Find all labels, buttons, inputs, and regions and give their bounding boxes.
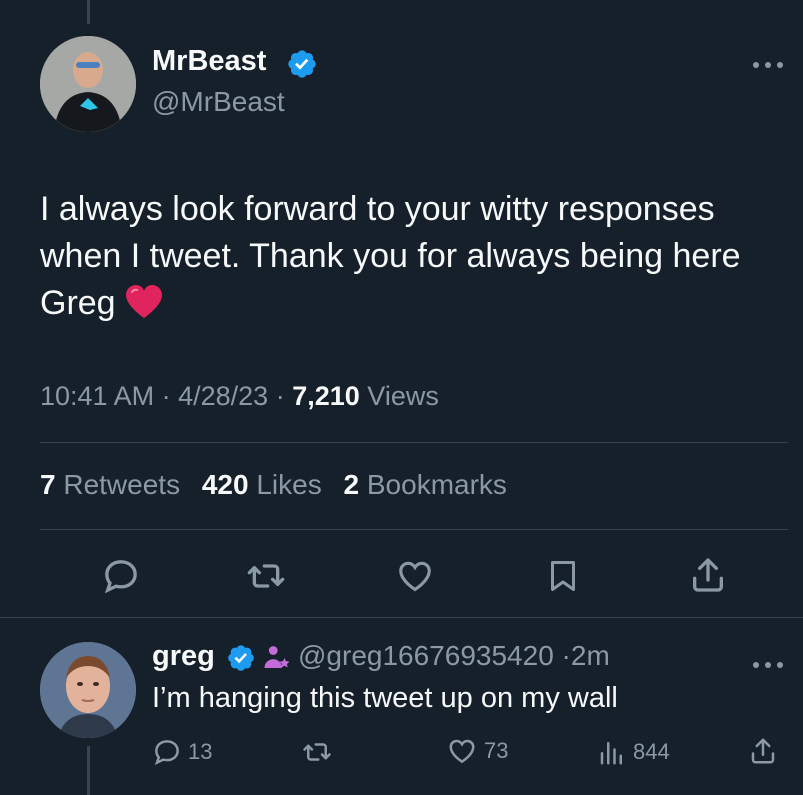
heart-emoji: [125, 285, 162, 318]
reply-text: I’m hanging this tweet up on my wall: [152, 682, 618, 714]
likes-count: 420: [201, 469, 249, 500]
verified-badge-icon: [228, 645, 254, 671]
tweet-text: I always look forward to your witty resp…: [40, 186, 790, 327]
thread-line-top: [87, 0, 90, 24]
tweet-time[interactable]: 10:41 AM: [40, 381, 154, 411]
meta-separator: ·: [161, 381, 179, 411]
bookmark-icon[interactable]: [545, 556, 581, 596]
more-icon[interactable]: [752, 50, 784, 76]
bookmarks-count: 2: [343, 469, 360, 500]
share-icon[interactable]: [688, 555, 728, 595]
meta-separator: ·: [275, 381, 293, 411]
share-icon: [751, 738, 775, 764]
tweet-meta: 10:41 AM · 4/28/23 · 7,210 Views: [40, 381, 439, 412]
tweet-text-line: when I tweet. Thank you for always being…: [40, 237, 741, 275]
retweets-count: 7: [40, 469, 56, 500]
bookmarks-label: Bookmarks: [366, 469, 507, 500]
engagement-stats: 7 Retweets 420 Likes 2 Bookmarks: [40, 469, 507, 501]
likes-label: Likes: [256, 469, 322, 500]
views-icon: [600, 742, 622, 765]
reply-views-button[interactable]: 844: [597, 737, 670, 767]
views-count: 7,210: [292, 381, 360, 411]
bookmarks-stat[interactable]: 2 Bookmarks: [344, 469, 507, 500]
retweet-icon: [303, 743, 331, 761]
like-count: 73: [484, 738, 509, 763]
views-label: Views: [367, 381, 439, 411]
reply-icon[interactable]: [101, 556, 141, 596]
tweet-text-line: I always look forward to your witty resp…: [40, 190, 715, 228]
reply-reply-button[interactable]: 13: [152, 737, 212, 767]
reply-author-handle[interactable]: @greg16676935420: [298, 640, 554, 671]
more-icon[interactable]: [752, 650, 784, 676]
reply-retweet-button[interactable]: [300, 737, 334, 767]
reply-icon: [154, 740, 179, 765]
tweet-text-line: Greg: [40, 280, 790, 327]
reply-count: 13: [188, 739, 213, 764]
retweets-label: Retweets: [63, 469, 181, 500]
reply-meta: @greg16676935420 ·2m: [298, 640, 610, 672]
likes-stat[interactable]: 420 Likes: [202, 469, 322, 500]
view-count: 844: [633, 739, 670, 764]
tweet-text-name: Greg: [40, 284, 116, 322]
reply-like-button[interactable]: 73: [446, 736, 508, 766]
divider: [40, 529, 788, 530]
affiliate-icon: [264, 646, 290, 668]
retweet-icon[interactable]: [244, 556, 288, 596]
reply-age[interactable]: 2m: [571, 640, 610, 671]
divider: [0, 617, 803, 618]
verified-badge-icon: [288, 50, 316, 78]
mrbeast-avatar[interactable]: [40, 36, 136, 132]
retweets-stat[interactable]: 7 Retweets: [40, 469, 180, 500]
author-handle[interactable]: @MrBeast: [152, 86, 285, 118]
reply-author-name[interactable]: greg: [152, 640, 215, 673]
thread-line-bottom: [87, 746, 90, 795]
greg-avatar[interactable]: [40, 642, 136, 738]
meta-separator: ·: [561, 640, 571, 671]
author-name[interactable]: MrBeast: [152, 45, 266, 78]
reply-share-button[interactable]: [748, 736, 778, 766]
like-icon[interactable]: [395, 557, 435, 595]
like-icon: [449, 739, 475, 764]
tweet-date[interactable]: 4/28/23: [178, 381, 268, 411]
divider: [40, 442, 788, 443]
